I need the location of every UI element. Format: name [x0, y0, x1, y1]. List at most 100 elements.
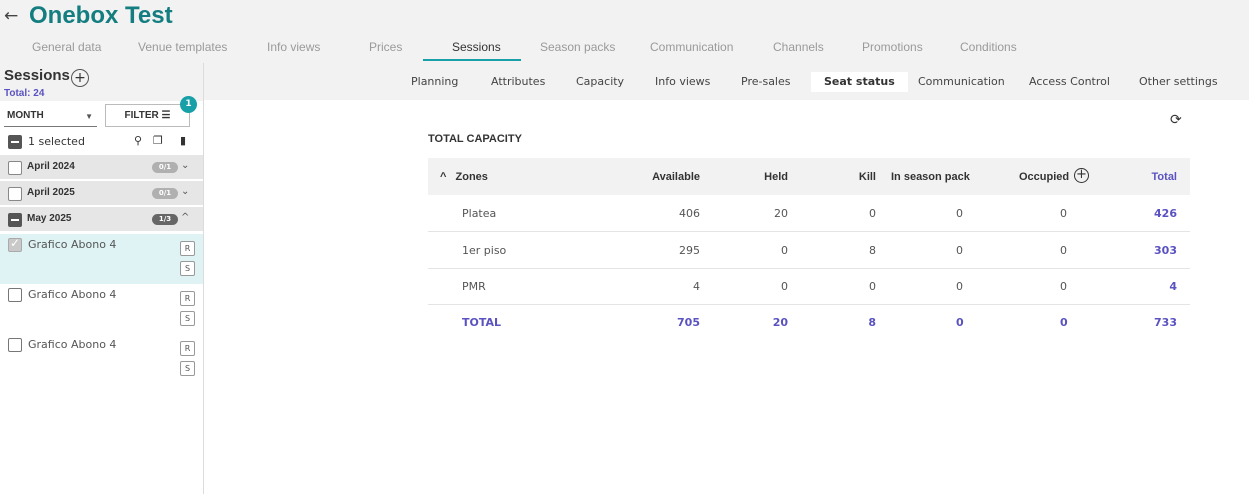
session-name: Grafico Abono 4 — [28, 288, 117, 301]
cell-zone: 1er piso — [462, 244, 507, 257]
cell-zone: Platea — [462, 207, 497, 220]
group-label: April 2025 — [27, 187, 75, 198]
group-label: May 2025 — [27, 213, 72, 224]
cell-available: 4 — [693, 280, 700, 293]
subtab-info-views[interactable]: Info views — [655, 72, 710, 92]
chevron-up-icon: ^ — [440, 171, 447, 183]
group-row-april-2025[interactable]: April 2025 0/1 ⌄ — [0, 181, 203, 206]
col-total: Total — [1151, 171, 1177, 183]
cell-season: 0 — [956, 316, 964, 329]
chevron-down-icon[interactable]: ⌄ — [181, 186, 189, 197]
session-checkbox[interactable] — [8, 288, 22, 302]
cell-held: 20 — [774, 207, 788, 220]
group-row-may-2025[interactable]: May 2025 1/3 ^ — [0, 207, 203, 232]
cell-available: 406 — [679, 207, 700, 220]
select-all-checkbox[interactable] — [8, 135, 22, 149]
location-pin-icon[interactable]: ⚲ — [134, 134, 142, 147]
caret-down-icon: ▼ — [85, 112, 93, 121]
tab-sessions[interactable]: Sessions — [452, 40, 501, 54]
session-tag-r: R — [180, 291, 195, 306]
tab-general-data[interactable]: General data — [32, 40, 101, 54]
col-available: Available — [652, 171, 700, 183]
group-count-badge: 0/1 — [152, 188, 178, 199]
cell-season: 0 — [956, 280, 963, 293]
chevron-up-icon[interactable]: ^ — [181, 212, 189, 223]
copy-icon[interactable]: ❐ — [153, 134, 163, 147]
page-title: Onebox Test — [29, 2, 173, 29]
month-select[interactable]: MONTH ▼ — [4, 105, 97, 127]
table-header: ^ Zones Available Held Kill In season pa… — [428, 158, 1190, 195]
cell-occupied: 0 — [1060, 280, 1067, 293]
add-session-button[interactable]: + — [71, 69, 89, 87]
session-tag-s: S — [180, 311, 195, 326]
group-checkbox[interactable] — [8, 187, 22, 201]
cell-held: 0 — [781, 244, 788, 257]
check-icon: ✓ — [10, 236, 21, 250]
trash-icon[interactable]: ▮ — [180, 134, 186, 147]
sessions-sidebar: Sessions + Total: 24 MONTH ▼ FILTER ☰ 1 … — [0, 63, 204, 494]
sidebar-title: Sessions — [4, 67, 70, 84]
group-checkbox[interactable] — [8, 213, 22, 227]
refresh-icon[interactable]: ⟳ — [1170, 112, 1182, 128]
session-tag-r: R — [180, 341, 195, 356]
col-held: Held — [764, 171, 788, 183]
group-row-april-2024[interactable]: April 2024 0/1 ⌄ — [0, 155, 203, 180]
table-row: Platea 406 20 0 0 0 426 — [428, 195, 1190, 232]
selected-count: 1 selected — [28, 135, 85, 148]
cell-held: 20 — [772, 316, 788, 329]
expand-occupied-icon[interactable]: + — [1074, 168, 1089, 183]
main-tabs: General data Venue templates Info views … — [0, 38, 1249, 63]
subtab-attributes[interactable]: Attributes — [491, 72, 545, 92]
subtab-capacity[interactable]: Capacity — [576, 72, 624, 92]
cell-held: 0 — [781, 280, 788, 293]
session-checkbox[interactable]: ✓ — [8, 236, 22, 252]
subtab-planning[interactable]: Planning — [411, 72, 458, 92]
cell-season: 0 — [956, 207, 963, 220]
selection-row: 1 selected ⚲ ❐ ▮ — [0, 131, 203, 153]
subtab-other-settings[interactable]: Other settings — [1139, 72, 1218, 92]
sessions-total: Total: 24 — [4, 88, 45, 99]
cell-total: 733 — [1154, 316, 1177, 329]
cell-zone: PMR — [462, 280, 486, 293]
session-item[interactable]: Grafico Abono 4 R S — [0, 334, 203, 384]
session-item[interactable]: Grafico Abono 4 R S — [0, 284, 203, 334]
cell-available: 295 — [679, 244, 700, 257]
sidebar-header: Sessions + Total: 24 — [0, 63, 203, 101]
app-root: ← Onebox Test General data Venue templat… — [0, 0, 1249, 494]
subtab-pre-sales[interactable]: Pre-sales — [741, 72, 790, 92]
col-occupied: Occupied — [1019, 171, 1070, 183]
session-name: Grafico Abono 4 — [28, 338, 117, 351]
active-tab-indicator — [423, 59, 521, 61]
group-label: April 2024 — [27, 161, 75, 172]
tab-channels[interactable]: Channels — [773, 40, 824, 54]
subtab-seat-status[interactable]: Seat status — [811, 72, 908, 92]
tab-info-views[interactable]: Info views — [267, 40, 320, 54]
cell-total: 303 — [1154, 244, 1177, 257]
group-checkbox[interactable] — [8, 161, 22, 175]
cell-occupied: 0 — [1060, 244, 1067, 257]
session-tag-s: S — [180, 261, 195, 276]
session-item[interactable]: ✓ Grafico Abono 4 R S — [0, 234, 203, 284]
zones-toggle[interactable]: ^ Zones — [440, 171, 488, 183]
tab-communication[interactable]: Communication — [650, 40, 733, 54]
col-zones: Zones — [455, 171, 488, 183]
subtab-communication[interactable]: Communication — [918, 72, 1005, 92]
subtab-access-control[interactable]: Access Control — [1029, 72, 1110, 92]
capacity-title: TOTAL CAPACITY — [428, 133, 522, 145]
filter-label: FILTER — [124, 110, 159, 121]
cell-kill: 8 — [869, 244, 876, 257]
chevron-down-icon[interactable]: ⌄ — [181, 160, 189, 171]
filter-button[interactable]: FILTER ☰ — [105, 104, 190, 127]
tab-promotions[interactable]: Promotions — [862, 40, 923, 54]
session-checkbox[interactable] — [8, 338, 22, 352]
tab-venue-templates[interactable]: Venue templates — [138, 40, 227, 54]
session-tag-s: S — [180, 361, 195, 376]
tab-conditions[interactable]: Conditions — [960, 40, 1017, 54]
group-count-badge: 0/1 — [152, 162, 178, 173]
table-row: 1er piso 295 0 8 0 0 303 — [428, 232, 1190, 269]
tab-season-packs[interactable]: Season packs — [540, 40, 615, 54]
session-name: Grafico Abono 4 — [28, 238, 117, 251]
tab-prices[interactable]: Prices — [369, 40, 402, 54]
col-kill: Kill — [858, 171, 876, 183]
arrow-left-icon[interactable]: ← — [4, 6, 18, 26]
